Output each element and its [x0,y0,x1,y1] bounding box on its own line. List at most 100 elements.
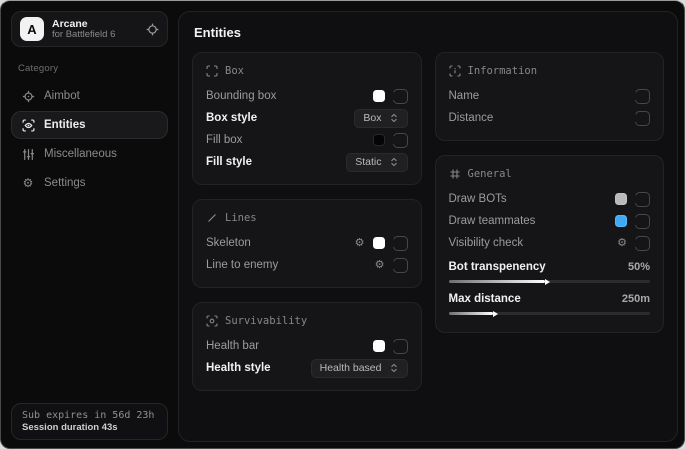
info-icon [449,65,461,77]
bot-transparency-slider: Bot transpenency 50% [449,257,651,283]
setting-label: Bounding box [206,90,276,102]
session-duration-text: Session duration 43s [22,422,157,433]
checkbox[interactable] [635,111,650,126]
slider-track[interactable] [449,280,651,283]
slider-fill[interactable] [449,312,493,315]
sub-expiry-text: Sub expires in 56d 23h [22,410,157,421]
sidebar-item-miscellaneous[interactable]: Miscellaneous [11,140,168,168]
gear-icon[interactable]: ⚙ [375,260,385,271]
color-swatch[interactable] [373,134,385,146]
chevron-up-down-icon [389,157,399,167]
sidebar-item-label: Miscellaneous [44,148,117,160]
panel-title: Survivability [225,315,307,327]
sidebar-nav: Aimbot Entities Miscellaneous [11,82,168,197]
setting-row: Distance [449,107,651,129]
left-column: Box Bounding box Box style Box [192,52,422,391]
checkbox[interactable] [393,89,408,104]
sidebar-item-label: Aimbot [44,90,80,102]
color-swatch[interactable] [373,237,385,249]
app-header-text: Arcane for Battlefield 6 [52,18,138,41]
main-content: Entities Box Bounding box [178,11,678,442]
setting-row: Health bar [206,335,408,357]
slider-fill[interactable] [449,280,546,283]
category-label: Category [18,63,168,74]
information-panel: Information Name Distance [435,52,665,141]
dropdown-value: Box [363,112,381,124]
setting-label: Name [449,90,480,102]
setting-row: Box style Box [206,107,408,129]
box-panel: Box Bounding box Box style Box [192,52,422,185]
sidebar-item-label: Settings [44,177,86,189]
app-header-card: A Arcane for Battlefield 6 [11,11,168,47]
setting-label: Bot transpenency [449,261,546,273]
slider-track[interactable] [449,312,651,315]
setting-label: Health bar [206,340,259,352]
setting-label: Fill style [206,156,252,168]
checkbox[interactable] [393,236,408,251]
gear-icon[interactable]: ⚙ [355,238,365,249]
color-swatch[interactable] [373,340,385,352]
chevron-up-down-icon [389,113,399,123]
general-panel: General Draw BOTs Draw teammates [435,155,665,333]
checkbox[interactable] [393,133,408,148]
dropdown-value: Health based [320,362,382,374]
setting-label: Box style [206,112,257,124]
sidebar-item-settings[interactable]: ⚙ Settings [11,169,168,197]
app-logo: A [20,17,44,41]
color-swatch[interactable] [615,193,627,205]
setting-row: Draw teammates [449,210,651,232]
page-title: Entities [179,12,677,50]
setting-label: Draw teammates [449,215,536,227]
app-title: Arcane [52,18,138,30]
setting-row: Skeleton ⚙ [206,232,408,254]
setting-row: Bounding box [206,85,408,107]
sliders-icon [21,148,35,161]
target-icon[interactable] [146,23,159,36]
crosshair-icon [21,90,35,103]
sidebar-item-label: Entities [44,119,86,131]
setting-label: Fill box [206,134,242,146]
setting-row: Name [449,85,651,107]
line-icon [206,212,218,224]
setting-label: Draw BOTs [449,193,507,205]
chevron-up-down-icon [389,363,399,373]
sidebar-item-entities[interactable]: Entities [11,111,168,139]
sidebar: A Arcane for Battlefield 6 Category Aimb… [1,1,178,448]
setting-label: Skeleton [206,237,251,249]
checkbox[interactable] [635,214,650,229]
app-window: A Arcane for Battlefield 6 Category Aimb… [0,0,685,449]
setting-row: Visibility check ⚙ [449,232,651,254]
setting-label: Health style [206,362,271,374]
setting-row: Health style Health based [206,357,408,379]
setting-label: Line to enemy [206,259,278,271]
survivability-panel: Survivability Health bar Health style He… [192,302,422,391]
checkbox[interactable] [635,192,650,207]
health-style-dropdown[interactable]: Health based [311,359,408,378]
setting-row: Fill box [206,129,408,151]
health-icon [206,315,218,327]
color-swatch[interactable] [615,215,627,227]
color-swatch[interactable] [373,90,385,102]
panel-title: Box [225,65,244,77]
checkbox[interactable] [635,236,650,251]
setting-row: Line to enemy ⚙ [206,254,408,276]
box-style-dropdown[interactable]: Box [354,109,407,128]
subscription-card: Sub expires in 56d 23h Session duration … [11,403,168,440]
setting-row: Draw BOTs [449,188,651,210]
dropdown-value: Static [355,156,381,168]
grid-icon [449,168,461,180]
scan-eye-icon [21,119,35,132]
sidebar-item-aimbot[interactable]: Aimbot [11,82,168,110]
checkbox[interactable] [393,258,408,273]
checkbox[interactable] [393,339,408,354]
panel-title: Lines [225,212,257,224]
fill-style-dropdown[interactable]: Static [346,153,407,172]
right-column: Information Name Distance [435,52,665,391]
panel-title: General [468,168,512,180]
setting-row: Fill style Static [206,151,408,173]
gear-icon[interactable]: ⚙ [617,238,627,249]
panel-title: Information [468,65,538,77]
setting-label: Distance [449,112,494,124]
slider-value: 250m [622,293,650,305]
checkbox[interactable] [635,89,650,104]
